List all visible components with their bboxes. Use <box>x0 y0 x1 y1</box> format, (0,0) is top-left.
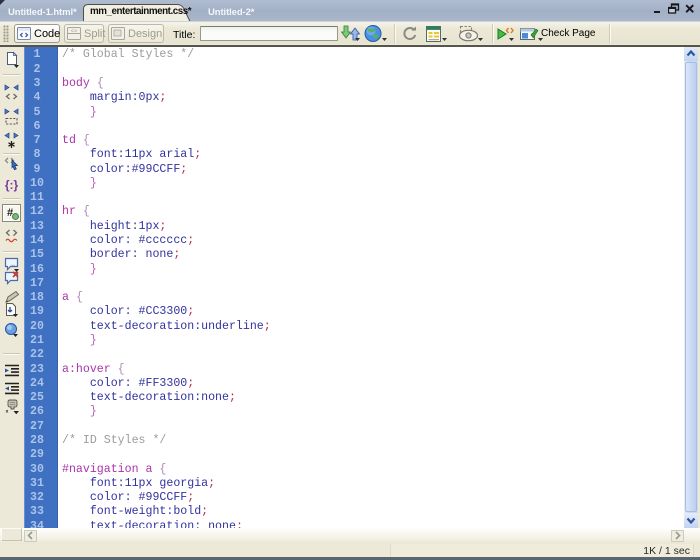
svg-text:{:}: {:} <box>5 178 19 192</box>
svg-text:#: # <box>7 207 13 219</box>
svg-text:,,: ,, <box>11 261 15 268</box>
svg-text:<>: <> <box>71 29 77 35</box>
